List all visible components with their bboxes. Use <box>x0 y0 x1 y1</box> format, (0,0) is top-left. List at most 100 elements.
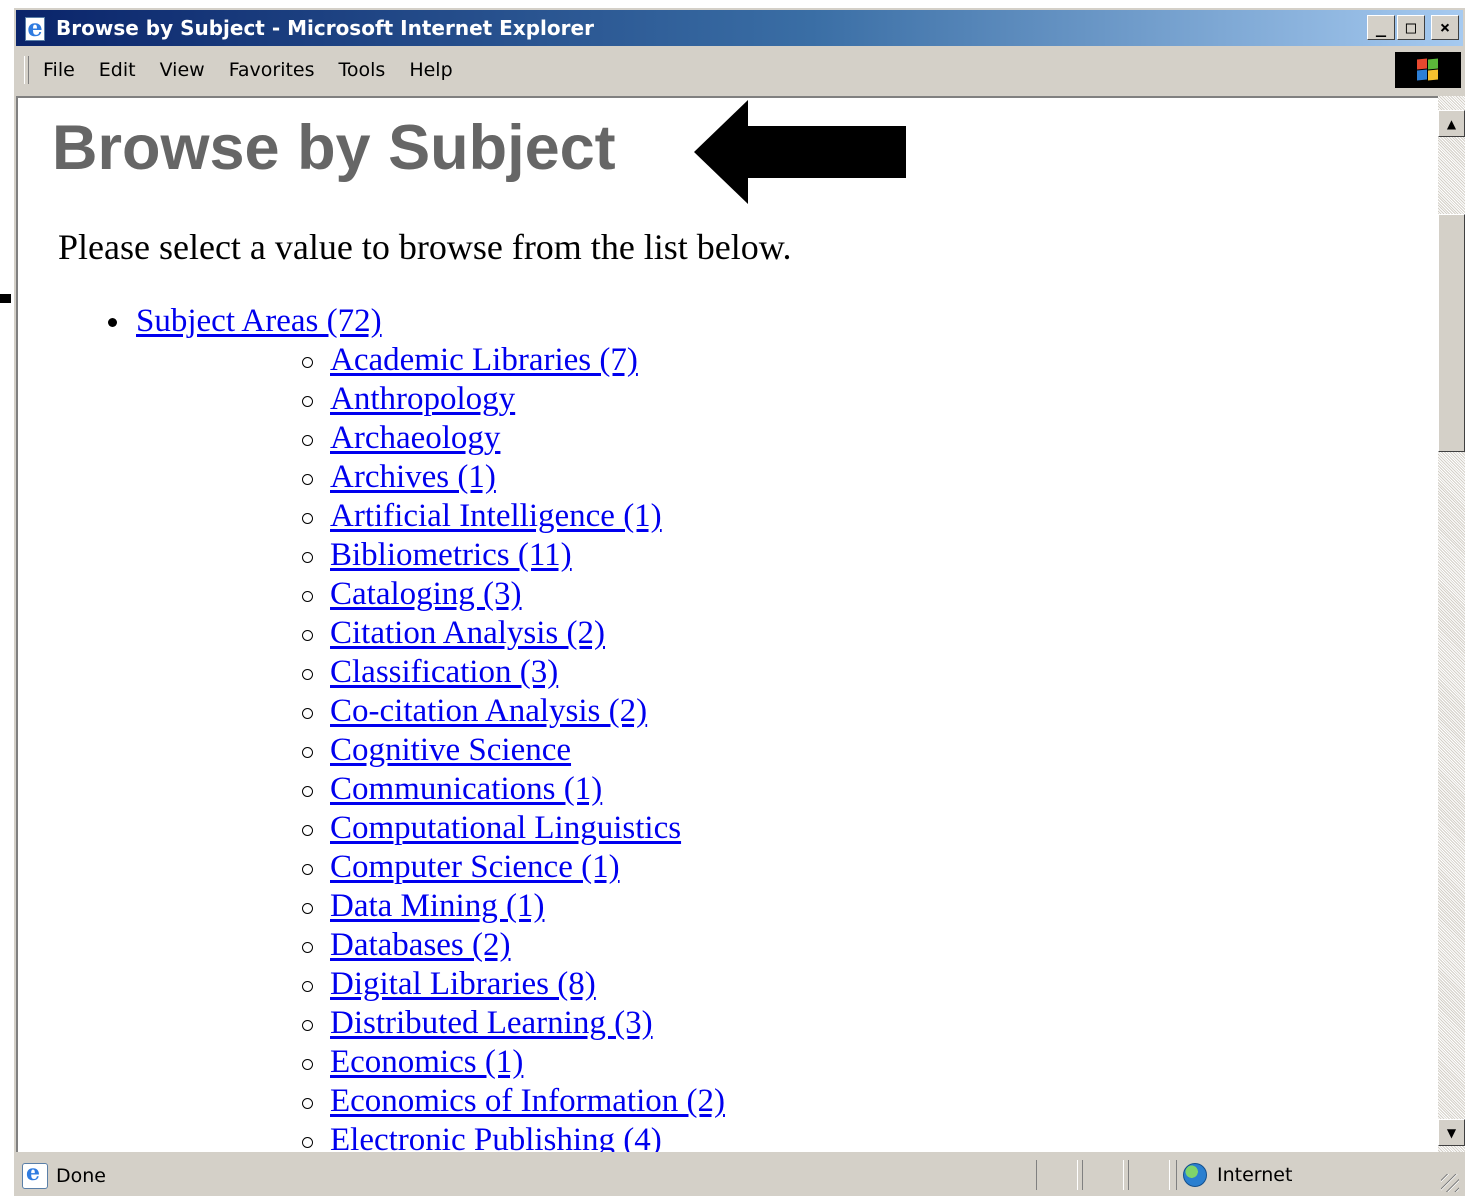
circle-bullet-icon <box>302 747 313 758</box>
subject-link[interactable]: Cataloging (3) <box>330 576 522 612</box>
bullet-icon <box>108 318 117 327</box>
page-title: Browse by Subject <box>52 113 616 183</box>
circle-bullet-icon <box>302 1098 313 1109</box>
subject-link[interactable]: Electronic Publishing (4) <box>330 1122 662 1152</box>
list-item: Archaeology <box>136 419 725 458</box>
subject-link[interactable]: Databases (2) <box>330 927 511 963</box>
menu-view[interactable]: View <box>160 59 205 81</box>
list-item: Digital Libraries (8) <box>136 965 725 1004</box>
list-item: Bibliometrics (11) <box>136 536 725 575</box>
status-bar: Done Internet <box>16 1158 1463 1194</box>
subject-link[interactable]: Distributed Learning (3) <box>330 1005 653 1041</box>
list-item: Anthropology <box>136 380 725 419</box>
menu-favorites[interactable]: Favorites <box>229 59 315 81</box>
subject-link[interactable]: Bibliometrics (11) <box>330 537 572 573</box>
menu-grip-handle[interactable] <box>24 56 29 84</box>
status-pane <box>1036 1160 1078 1190</box>
menu-file[interactable]: File <box>43 59 75 81</box>
resize-grip[interactable] <box>1441 1174 1459 1192</box>
circle-bullet-icon <box>302 786 313 797</box>
menu-bar: File Edit View Favorites Tools Help <box>16 50 1463 90</box>
list-item: Electronic Publishing (4) <box>136 1121 725 1152</box>
window-controls: _ □ × <box>1367 15 1459 40</box>
subject-link[interactable]: Citation Analysis (2) <box>330 615 605 651</box>
status-text: Done <box>56 1165 106 1187</box>
left-arrow-icon <box>694 100 906 204</box>
list-item: Cataloging (3) <box>136 575 725 614</box>
list-item: Computational Linguistics <box>136 809 725 848</box>
title-bar[interactable]: e Browse by Subject - Microsoft Internet… <box>16 10 1463 46</box>
windows-flag-icon <box>1417 58 1439 81</box>
subject-link[interactable]: Classification (3) <box>330 654 558 690</box>
list-item: Communications (1) <box>136 770 725 809</box>
list-item-category: Subject Areas (72) Academic Libraries (7… <box>18 302 725 1152</box>
subject-link[interactable]: Computational Linguistics <box>330 810 681 846</box>
subject-link[interactable]: Data Mining (1) <box>330 888 544 924</box>
subject-link[interactable]: Archives (1) <box>330 459 496 495</box>
menu-tools[interactable]: Tools <box>339 59 386 81</box>
status-pane <box>1082 1160 1124 1190</box>
page-viewport: Browse by Subject Please select a value … <box>16 96 1438 1152</box>
status-panes <box>1036 1160 1174 1190</box>
menu-edit[interactable]: Edit <box>99 59 136 81</box>
subject-link[interactable]: Anthropology <box>330 381 515 417</box>
menu-help[interactable]: Help <box>409 59 452 81</box>
circle-bullet-icon <box>302 942 313 953</box>
status-pane <box>1128 1160 1170 1190</box>
security-zone: Internet <box>1176 1160 1292 1190</box>
subject-link[interactable]: Cognitive Science <box>330 732 571 768</box>
list-item: Classification (3) <box>136 653 725 692</box>
subject-link[interactable]: Communications (1) <box>330 771 602 807</box>
list-item: Databases (2) <box>136 926 725 965</box>
link-subject-areas[interactable]: Subject Areas (72) <box>136 303 382 339</box>
circle-bullet-icon <box>302 903 313 914</box>
minimize-button[interactable]: _ <box>1367 15 1395 40</box>
window-title: Browse by Subject - Microsoft Internet E… <box>56 16 594 40</box>
circle-bullet-icon <box>302 396 313 407</box>
list-item: Artificial Intelligence (1) <box>136 497 725 536</box>
scroll-up-button[interactable]: ▲ <box>1438 110 1465 137</box>
list-item: Computer Science (1) <box>136 848 725 887</box>
list-item: Economics of Information (2) <box>136 1082 725 1121</box>
zone-label: Internet <box>1217 1164 1293 1186</box>
subject-link[interactable]: Economics (1) <box>330 1044 523 1080</box>
circle-bullet-icon <box>302 864 313 875</box>
subject-link[interactable]: Academic Libraries (7) <box>330 342 638 378</box>
subject-link[interactable]: Computer Science (1) <box>330 849 620 885</box>
windows-logo-throbber <box>1395 52 1461 88</box>
list-item: Academic Libraries (7) <box>136 341 725 380</box>
vertical-scrollbar[interactable]: ▲ ▼ <box>1438 96 1465 1152</box>
list-item: Archives (1) <box>136 458 725 497</box>
list-item: Cognitive Science <box>136 731 725 770</box>
circle-bullet-icon <box>302 825 313 836</box>
circle-bullet-icon <box>302 1137 313 1148</box>
scroll-down-button[interactable]: ▼ <box>1438 1119 1465 1146</box>
ie-app-icon: e <box>22 15 48 41</box>
circle-bullet-icon <box>302 630 313 641</box>
edge-mark <box>0 294 11 303</box>
subject-list: Subject Areas (72) Academic Libraries (7… <box>18 302 725 1152</box>
maximize-button[interactable]: □ <box>1397 15 1425 40</box>
circle-bullet-icon <box>302 708 313 719</box>
circle-bullet-icon <box>302 1020 313 1031</box>
close-button[interactable]: × <box>1431 15 1459 40</box>
subject-link[interactable]: Co-citation Analysis (2) <box>330 693 647 729</box>
browser-window: e Browse by Subject - Microsoft Internet… <box>14 8 1465 1196</box>
subject-link[interactable]: Artificial Intelligence (1) <box>330 498 662 534</box>
subject-link[interactable]: Economics of Information (2) <box>330 1083 725 1119</box>
page-status-icon <box>22 1160 48 1189</box>
circle-bullet-icon <box>302 357 313 368</box>
circle-bullet-icon <box>302 474 313 485</box>
circle-bullet-icon <box>302 435 313 446</box>
scroll-thumb[interactable] <box>1438 214 1465 452</box>
list-item: Data Mining (1) <box>136 887 725 926</box>
circle-bullet-icon <box>302 981 313 992</box>
circle-bullet-icon <box>302 591 313 602</box>
globe-icon <box>1183 1163 1207 1187</box>
subject-link[interactable]: Archaeology <box>330 420 500 456</box>
circle-bullet-icon <box>302 1059 313 1070</box>
list-item: Co-citation Analysis (2) <box>136 692 725 731</box>
list-item: Distributed Learning (3) <box>136 1004 725 1043</box>
circle-bullet-icon <box>302 552 313 563</box>
subject-link[interactable]: Digital Libraries (8) <box>330 966 596 1002</box>
